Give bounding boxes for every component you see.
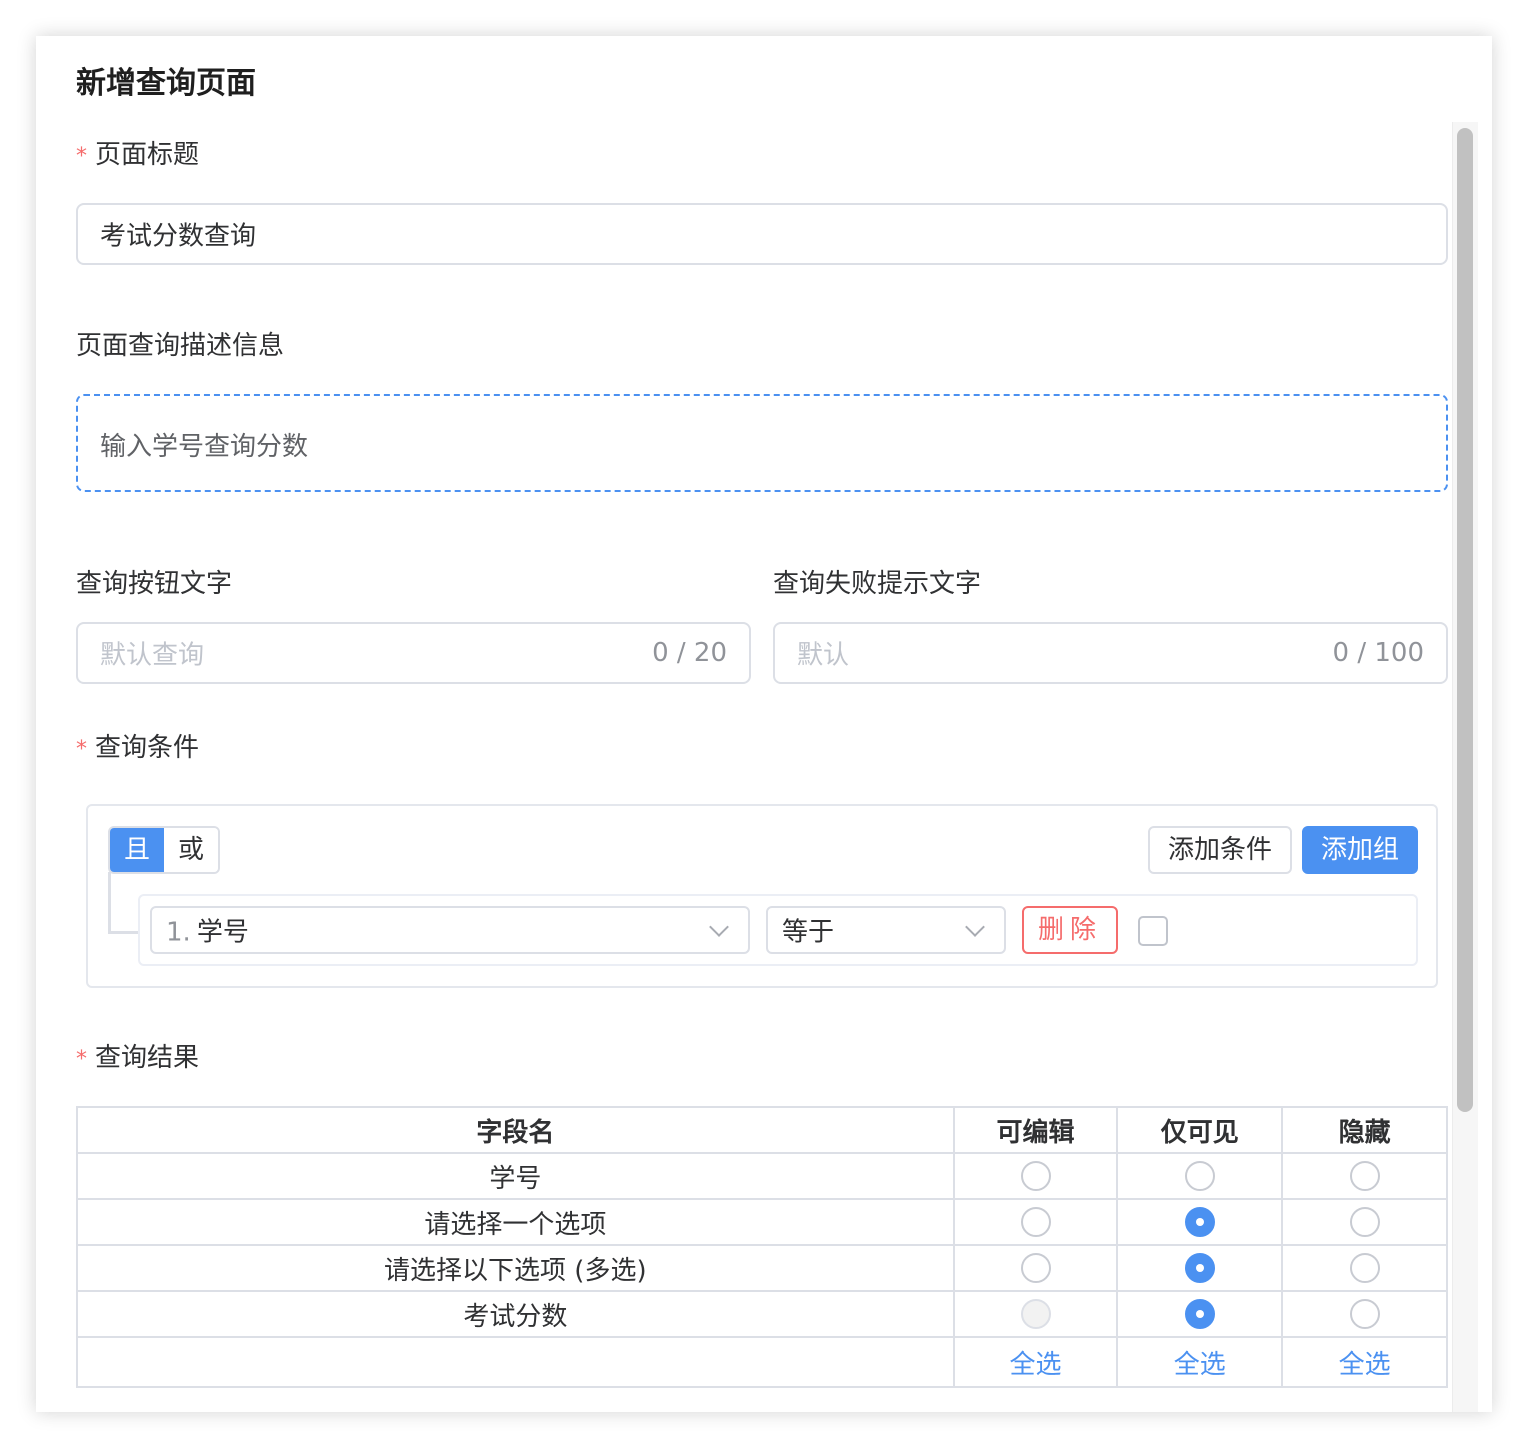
field-select[interactable]: 1. 学号 <box>150 906 750 954</box>
add-group-button[interactable]: 添加组 <box>1302 826 1418 874</box>
visible-only-radio[interactable] <box>1184 1299 1215 1330</box>
visible-only-radio[interactable] <box>1184 1161 1215 1192</box>
page-title-input[interactable]: 考试分数查询 <box>76 203 1448 265</box>
field-name-cell: 考试分数 <box>76 1290 955 1338</box>
table-header-row: 字段名 可编辑 仅可见 隐藏 <box>76 1106 1448 1154</box>
logic-toggle: 且 或 <box>108 826 221 874</box>
required-mark: * <box>76 1047 87 1072</box>
condition-builder: 且 或 添加条件 添加组 1. 学号 等于 删除 <box>86 804 1438 988</box>
conditions-label: * 查询条件 <box>76 733 200 763</box>
field-name-cell: 请选择以下选项 (多选) <box>76 1244 955 1292</box>
description-label: 页面查询描述信息 <box>76 331 285 361</box>
operator-select[interactable]: 等于 <box>766 906 1006 954</box>
table-row: 考试分数 <box>76 1290 1448 1338</box>
editable-radio[interactable] <box>1020 1161 1051 1192</box>
query-button-char-counter: 0 / 20 <box>652 638 727 668</box>
editable-radio-disabled <box>1020 1299 1051 1330</box>
description-value: 输入学号查询分数 <box>100 432 309 462</box>
dialog-title: 新增查询页面 <box>76 66 256 101</box>
chevron-down-icon <box>709 917 729 937</box>
hidden-radio[interactable] <box>1349 1253 1380 1284</box>
add-condition-button[interactable]: 添加条件 <box>1148 826 1292 874</box>
fail-tip-placeholder: 默认 <box>797 640 850 671</box>
required-mark: * <box>76 737 87 762</box>
hidden-radio[interactable] <box>1349 1207 1380 1238</box>
results-label: * 查询结果 <box>76 1043 200 1073</box>
fail-tip-text-label: 查询失败提示文字 <box>773 569 982 599</box>
select-all-row: 全选 全选 全选 <box>76 1336 1448 1388</box>
editable-radio[interactable] <box>1020 1207 1051 1238</box>
logic-and-button[interactable]: 且 <box>110 828 165 872</box>
required-mark: * <box>76 144 87 169</box>
column-header-hidden: 隐藏 <box>1281 1106 1448 1154</box>
condition-checkbox[interactable] <box>1138 916 1168 946</box>
add-query-page-dialog: 新增查询页面 * 页面标题 考试分数查询 页面查询描述信息 输入学号查询分数 查询… <box>36 36 1492 1412</box>
page-title-value: 考试分数查询 <box>100 221 257 252</box>
column-header-field-name: 字段名 <box>76 1106 955 1154</box>
visible-only-radio[interactable] <box>1184 1253 1215 1284</box>
field-name-cell: 学号 <box>76 1152 955 1200</box>
hidden-radio[interactable] <box>1349 1299 1380 1330</box>
results-table: 字段名 可编辑 仅可见 隐藏 学号 请选择一个选项 请选择以下选项 (多选) 考… <box>76 1106 1448 1388</box>
query-button-text-label: 查询按钮文字 <box>76 569 233 599</box>
hidden-radio[interactable] <box>1349 1161 1380 1192</box>
query-button-text-input[interactable]: 默认查询 0 / 20 <box>76 622 751 684</box>
query-button-placeholder: 默认查询 <box>100 640 205 671</box>
field-name-cell: 请选择一个选项 <box>76 1198 955 1246</box>
select-all-hidden-link[interactable]: 全选 <box>1339 1350 1391 1380</box>
logic-or-button[interactable]: 或 <box>164 828 219 872</box>
column-header-visible-only: 仅可见 <box>1116 1106 1284 1154</box>
delete-condition-button[interactable]: 删除 <box>1022 906 1118 954</box>
scrollbar-thumb[interactable] <box>1457 128 1473 1112</box>
select-all-visible-only-link[interactable]: 全选 <box>1174 1350 1226 1380</box>
editable-radio[interactable] <box>1020 1253 1051 1284</box>
operator-select-value: 等于 <box>782 917 835 948</box>
description-textarea[interactable]: 输入学号查询分数 <box>76 394 1448 492</box>
table-row: 学号 <box>76 1152 1448 1200</box>
condition-tree-connector <box>108 872 140 934</box>
condition-row: 1. 学号 等于 删除 <box>138 894 1418 966</box>
field-index: 1. <box>166 917 191 948</box>
table-row: 请选择一个选项 <box>76 1198 1448 1246</box>
field-select-value: 学号 <box>196 917 249 948</box>
fail-tip-char-counter: 0 / 100 <box>1332 638 1424 668</box>
page-title-label: * 页面标题 <box>76 140 200 170</box>
fail-tip-text-input[interactable]: 默认 0 / 100 <box>773 622 1448 684</box>
column-header-editable: 可编辑 <box>952 1106 1119 1154</box>
visible-only-radio[interactable] <box>1184 1207 1215 1238</box>
chevron-down-icon <box>965 917 985 937</box>
table-row: 请选择以下选项 (多选) <box>76 1244 1448 1292</box>
select-all-editable-link[interactable]: 全选 <box>1010 1350 1062 1380</box>
